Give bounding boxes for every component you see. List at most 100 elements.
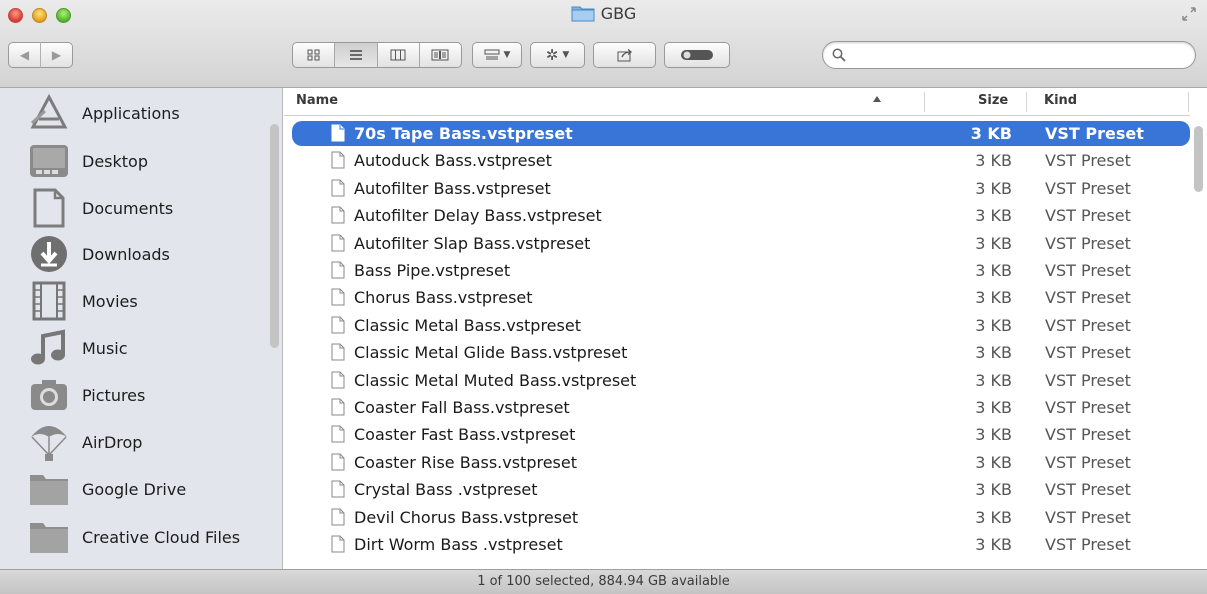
icon-view-button[interactable] [293,43,336,67]
action-button[interactable]: ✲ ▼ [530,42,585,68]
file-kind: VST Preset [1045,370,1131,390]
file-icon [331,535,345,553]
file-size: 3 KB [975,261,1012,280]
file-icon [331,151,345,169]
table-row[interactable]: Classic Metal Bass.vstpreset 3 KB VST Pres… [292,313,1190,338]
list-scrollbar[interactable] [1194,126,1203,192]
folder-icon [28,468,70,510]
file-name: Classic Metal Glide Bass.vstpreset [354,343,628,363]
sidebar-item-applications[interactable]: Applications [0,90,270,136]
table-row[interactable]: Classic Metal Glide Bass.vstpreset 3 KB VS… [292,340,1190,365]
sidebar-item-label: Applications [82,103,180,123]
file-name: Classic Metal Muted Bass.vstpreset [354,370,637,390]
file-size: 3 KB [975,452,1012,472]
sidebar-item-movies[interactable]: Movies [0,278,270,324]
file-size: 3 KB [975,480,1012,500]
sidebar-item-label: Creative Cloud Files [82,527,241,547]
table-row[interactable]: Classic Metal Muted Bass.vstpreset 3 KB VS… [292,368,1190,393]
file-icon [331,425,345,443]
toolbar: GBG ◀ ▶ ▼ ✲ ▼ [0,0,1207,88]
list-view-icon [349,50,362,60]
documents-icon [28,187,70,229]
table-row[interactable]: Crystal Bass .vstpreset 3 KB VST Preset [292,477,1190,502]
folder-icon [28,516,70,558]
forward-button[interactable]: ▶ [41,48,72,62]
file-size: 3 KB [975,398,1012,417]
table-row[interactable]: Bass Pipe.vstpreset 3 KB VST Preset [292,258,1190,283]
file-name: Autofilter Bass.vstpreset [354,178,551,198]
table-row[interactable]: Chorus Bass.vstpreset 3 KB VST Preset [292,285,1190,310]
table-row[interactable]: Coaster Fast Bass.vstpreset 3 KB VST Prese… [292,422,1190,447]
sidebar-item-label: Desktop [82,151,148,171]
file-kind: VST Preset [1045,480,1131,500]
file-icon [331,261,345,279]
sidebar-item-music[interactable]: Music [0,325,270,371]
view-mode-control [292,42,462,68]
tags-toggle-button[interactable] [664,42,730,68]
file-icon [331,371,345,389]
file-kind: VST Preset [1045,124,1144,143]
sidebar: Applications Desktop Documents Downloads… [0,88,283,569]
sidebar-item-documents[interactable]: Documents [0,185,270,231]
arrange-icon [484,49,500,60]
file-name: Dirt Worm Bass .vstpreset [354,535,563,554]
file-icon [331,124,345,142]
sidebar-item-google-drive[interactable]: Google Drive [0,466,270,512]
table-row[interactable]: Devil Chorus Bass.vstpreset 3 KB VST Prese… [292,505,1190,530]
file-icon [331,179,345,197]
file-name: Classic Metal Bass.vstpreset [354,315,581,335]
column-view-button[interactable] [378,43,420,67]
table-row[interactable]: Autoduck Bass.vstpreset 3 KB VST Preset [292,148,1190,173]
sidebar-item-label: AirDrop [82,432,143,452]
back-button[interactable]: ◀ [9,48,40,62]
file-kind: VST Preset [1045,178,1131,198]
column-header-kind[interactable]: Kind [1044,93,1077,108]
sidebar-item-downloads[interactable]: Downloads [0,231,270,277]
icon-view-icon [307,49,320,61]
sidebar-item-label: Music [82,338,128,358]
file-name: Coaster Fall Bass.vstpreset [354,398,570,417]
table-row[interactable]: Dirt Worm Bass .vstpreset 3 KB VST Preset [292,532,1190,557]
cover-flow-button[interactable] [420,43,461,67]
column-header-name[interactable]: Name [296,93,338,108]
share-button[interactable] [593,42,656,68]
file-icon [331,508,345,526]
sidebar-scrollbar[interactable] [270,124,279,348]
file-size: 3 KB [975,315,1012,335]
file-kind: VST Preset [1045,288,1131,308]
sidebar-item-label: Documents [82,198,174,218]
sidebar-item-creative-cloud-files[interactable]: Creative Cloud Files [0,514,270,560]
file-kind: VST Preset [1045,151,1131,171]
file-icon [331,206,345,224]
file-icon [331,234,345,252]
chevron-down-icon: ▼ [503,50,511,60]
file-size: 3 KB [975,370,1012,390]
music-icon [28,327,70,369]
list-header: Name Size Kind [284,88,1190,116]
arrange-button[interactable]: ▼ [472,42,522,68]
search-input[interactable] [822,41,1196,69]
column-header-size[interactable]: Size [978,93,1008,108]
table-row[interactable]: Autofilter Delay Bass.vstpreset 3 KB VST P… [292,203,1190,228]
file-kind: VST Preset [1045,452,1131,472]
table-row[interactable]: Coaster Fall Bass.vstpreset 3 KB VST Prese… [292,395,1190,420]
table-row[interactable]: Autofilter Slap Bass.vstpreset 3 KB VST Pr… [292,231,1190,256]
camera-icon [28,374,70,416]
movies-icon [28,280,70,322]
file-size: 3 KB [975,343,1012,363]
table-row[interactable]: 70s Tape Bass.vstpreset 3 KB VST Preset [292,121,1190,146]
file-size: 3 KB [975,206,1012,226]
file-name: Coaster Fast Bass.vstpreset [354,425,576,445]
sidebar-item-pictures[interactable]: Pictures [0,372,270,418]
sidebar-item-desktop[interactable]: Desktop [0,138,270,184]
file-name: Crystal Bass .vstpreset [354,480,538,500]
table-row[interactable]: Coaster Rise Bass.vstpreset 3 KB VST Prese… [292,450,1190,475]
fullscreen-icon[interactable] [1181,6,1197,22]
list-view-button[interactable] [335,43,378,67]
sidebar-item-label: Movies [82,291,138,311]
table-row[interactable]: Autofilter Bass.vstpreset 3 KB VST Preset [292,176,1190,201]
sidebar-item-airdrop[interactable]: AirDrop [0,419,270,465]
status-text: 1 of 100 selected, 884.94 GB available [477,574,730,589]
sort-ascending-icon [873,96,881,102]
file-size: 3 KB [975,233,1012,253]
